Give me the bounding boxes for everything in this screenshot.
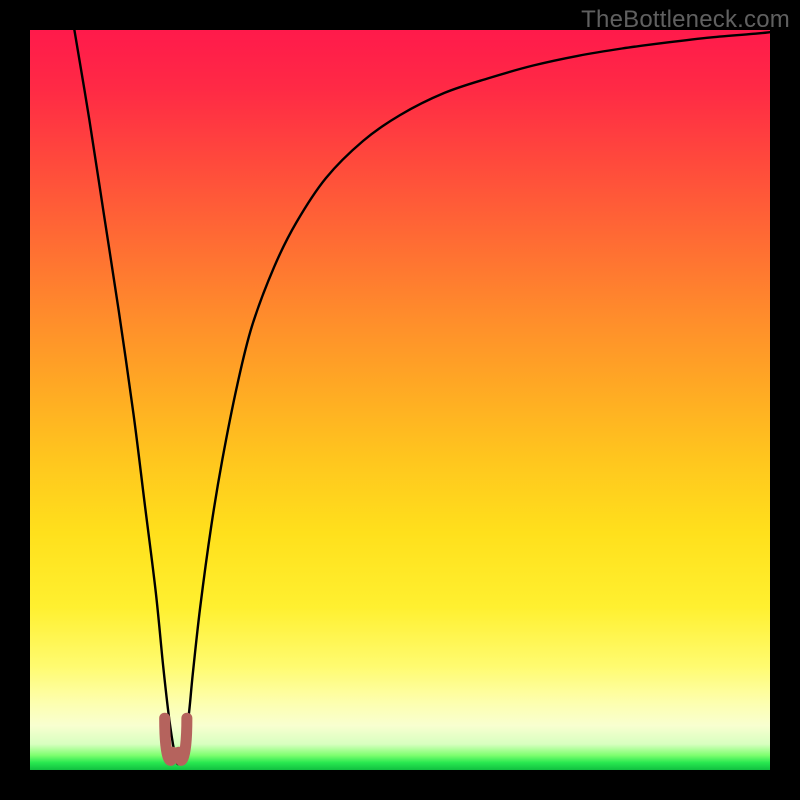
plot-area (30, 30, 770, 770)
watermark-text: TheBottleneck.com (581, 6, 790, 34)
bottleneck-curve (74, 30, 770, 764)
curve-layer (30, 30, 770, 770)
min-marker (165, 718, 187, 760)
chart-frame: TheBottleneck.com (0, 0, 800, 800)
